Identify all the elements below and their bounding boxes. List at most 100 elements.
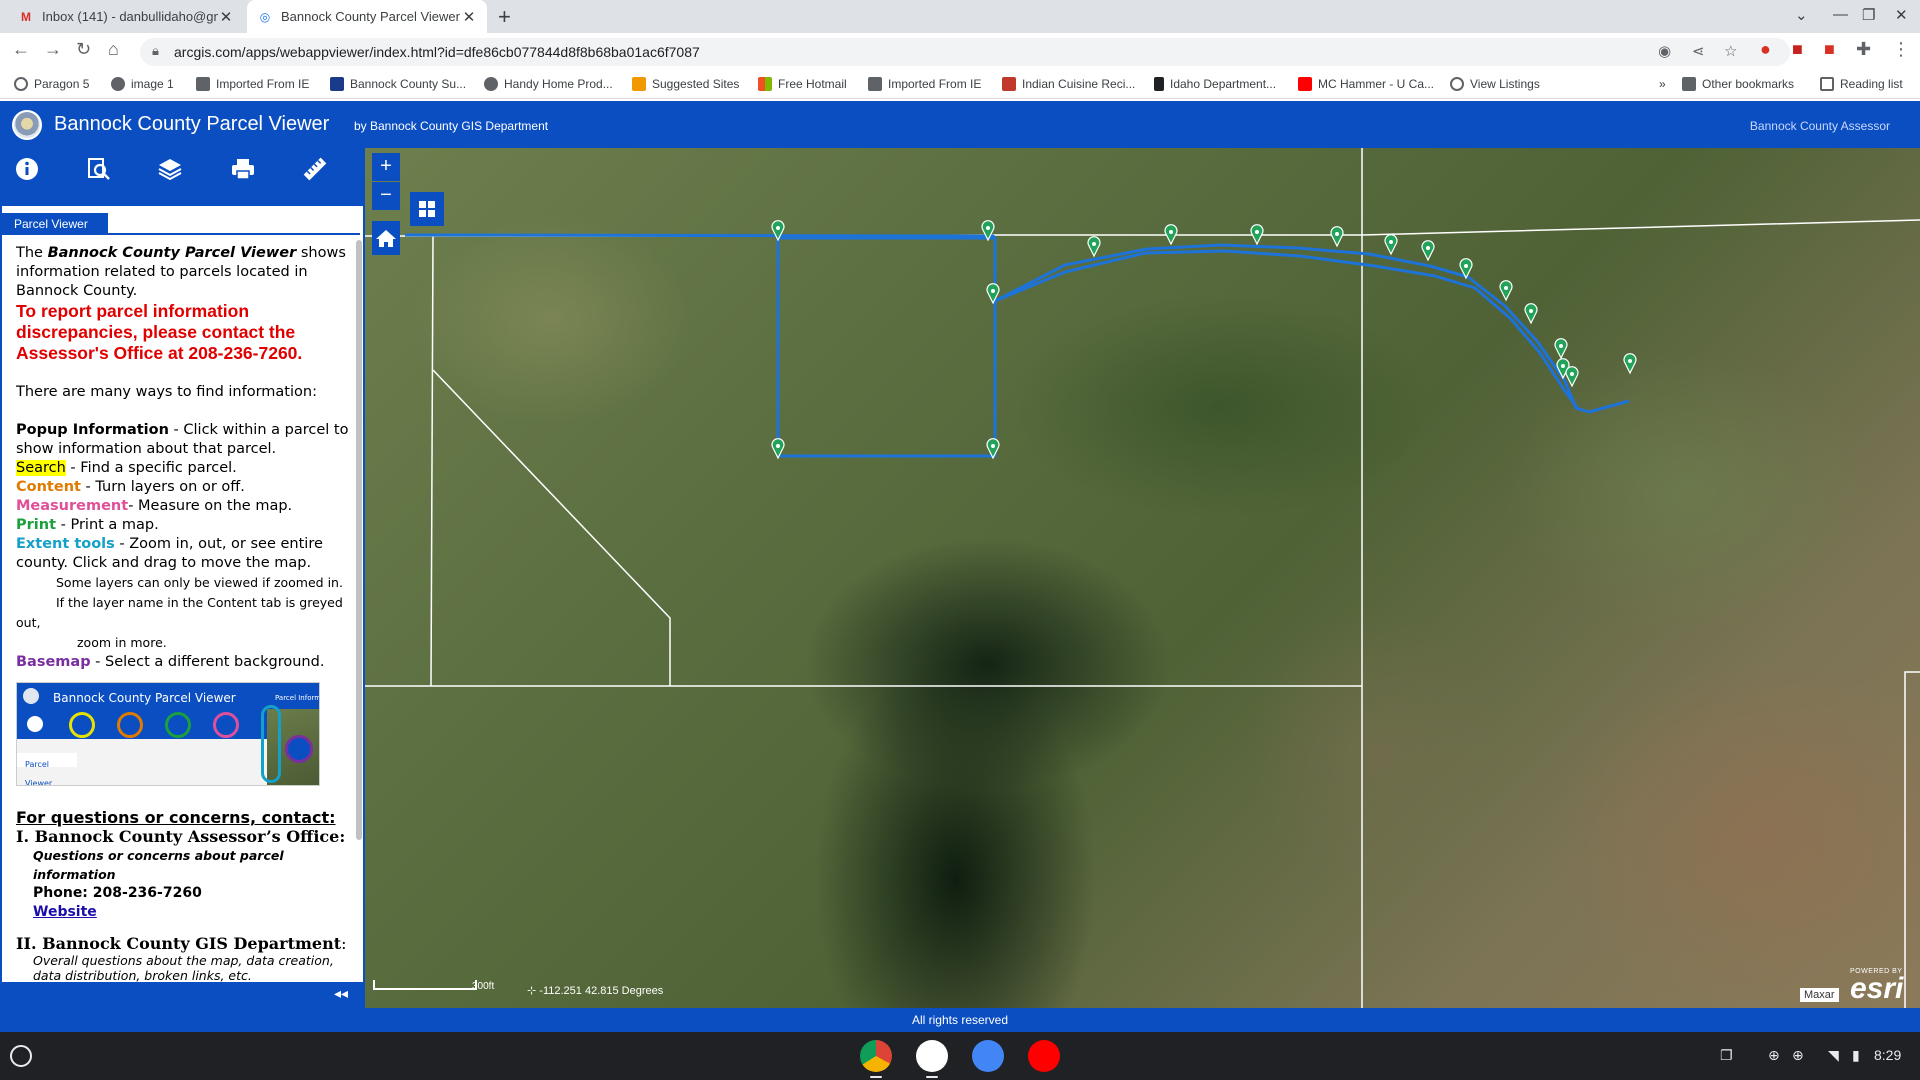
survey-marker[interactable] — [1087, 236, 1101, 258]
website-link[interactable]: Website — [16, 903, 350, 922]
bookmark[interactable]: Handy Home Prod... — [484, 77, 613, 91]
bookmark-label: Suggested Sites — [652, 77, 740, 91]
minimize-button[interactable]: — — [1833, 6, 1848, 23]
bookmark-label: Idaho Department... — [1170, 77, 1277, 91]
star-icon[interactable]: ☆ — [1724, 42, 1737, 60]
bookmark[interactable]: Bannock County Su... — [330, 77, 466, 91]
other-bookmarks[interactable]: Other bookmarks — [1682, 77, 1794, 91]
close-icon[interactable]: ✕ — [218, 8, 234, 26]
help-text: - Find a specific parcel. — [65, 460, 237, 476]
help-label: Print — [16, 517, 57, 533]
url-text: arcgis.com/apps/webappviewer/index.html?… — [174, 44, 700, 60]
survey-marker[interactable] — [1250, 224, 1264, 246]
survey-marker[interactable] — [1623, 353, 1637, 375]
puzzle-icon[interactable]: ✚ — [1856, 39, 1871, 60]
eye-off-icon[interactable]: ◉ — [1658, 42, 1671, 60]
measurement-icon[interactable] — [302, 156, 328, 182]
address-bar[interactable]: 🔒︎ arcgis.com/apps/webappviewer/index.ht… — [140, 38, 1790, 66]
reload-icon[interactable]: ↻ — [76, 39, 91, 60]
print-icon[interactable] — [230, 156, 256, 182]
app-title: Bannock County Parcel Viewer — [54, 113, 330, 135]
tab-parcel-viewer[interactable]: ◎ Bannock County Parcel Viewer ✕ — [247, 0, 487, 33]
mini-content-highlight — [117, 712, 143, 738]
survey-markers — [771, 220, 1637, 460]
lock-icon: 🔒︎ — [152, 43, 159, 58]
survey-marker[interactable] — [1164, 224, 1178, 246]
layers-icon[interactable] — [157, 156, 183, 182]
bookmark[interactable]: View Listings — [1450, 77, 1540, 91]
bookmark[interactable]: Idaho Department... — [1154, 77, 1276, 91]
help-label: Basemap — [16, 654, 91, 670]
survey-marker[interactable] — [1499, 280, 1513, 302]
survey-marker[interactable] — [1565, 366, 1579, 388]
paragon-icon — [14, 77, 28, 91]
gis-heading-text: II. Bannock County GIS Department — [16, 934, 342, 953]
survey-marker[interactable] — [1554, 338, 1568, 360]
bookmark[interactable]: Imported From IE — [196, 77, 309, 91]
bookmarks-overflow-button[interactable]: » — [1659, 77, 1666, 91]
bookmark[interactable]: Imported From IE — [868, 77, 981, 91]
mini-tab: Parcel Viewer — [17, 753, 77, 785]
collapse-panel-icon[interactable]: ◂◂ — [334, 985, 348, 1002]
help-text: - Print a map. — [56, 517, 159, 533]
zoom-in-button[interactable]: + — [372, 153, 400, 181]
gmail-icon[interactable] — [916, 1040, 948, 1072]
reading-list[interactable]: Reading list — [1820, 77, 1903, 91]
extension-icon[interactable]: ■ — [1824, 39, 1835, 60]
about-icon[interactable] — [14, 156, 40, 182]
home-extent-button[interactable] — [372, 221, 400, 255]
panel-content: The Bannock County Parcel Viewer shows i… — [16, 244, 350, 983]
panel-tab[interactable]: Parcel Viewer — [2, 213, 108, 235]
bookmark[interactable]: image 1 — [111, 77, 174, 91]
clock[interactable]: 8:29 — [1874, 1047, 1901, 1063]
survey-marker[interactable] — [1384, 234, 1398, 256]
add-icon[interactable]: ⊕ — [1768, 1047, 1780, 1064]
add-icon[interactable]: ⊕ — [1792, 1047, 1804, 1064]
tab-gmail[interactable]: M Inbox (141) - danbullidaho@gm ✕ — [8, 0, 244, 33]
bookmark-label: Other bookmarks — [1702, 77, 1795, 91]
bookmark[interactable]: Free Hotmail — [758, 77, 847, 91]
help-item-measurement: Measurement- Measure on the map. — [16, 497, 350, 516]
arcgis-icon: ◎ — [259, 9, 271, 24]
menu-icon[interactable]: ⋮ — [1892, 39, 1910, 60]
chrome-icon[interactable] — [860, 1040, 892, 1072]
close-icon[interactable]: ✕ — [461, 8, 477, 26]
new-tab-button[interactable]: + — [498, 4, 511, 30]
map-view[interactable]: + − 300ft ⊹ -112.251 42.815 Degrees Maxa… — [365, 148, 1920, 1008]
battery-icon[interactable]: ▮ — [1852, 1047, 1860, 1064]
help-text: - Measure on the map. — [128, 498, 293, 514]
extension-icon[interactable]: ■ — [1792, 39, 1803, 60]
launcher-icon[interactable] — [10, 1045, 32, 1067]
help-label: Popup Information — [16, 422, 169, 438]
back-icon[interactable]: ← — [12, 39, 30, 60]
help-screenshot: Bannock County Parcel Viewer Parcel Info… — [16, 682, 320, 786]
basemap-gallery-button[interactable] — [410, 192, 444, 226]
bookmark[interactable]: Paragon 5 — [14, 77, 89, 91]
bookmark[interactable]: Indian Cuisine Reci... — [1002, 77, 1135, 91]
survey-marker[interactable] — [1524, 303, 1538, 325]
extension-icon[interactable]: ● — [1760, 39, 1771, 60]
survey-marker[interactable] — [1421, 240, 1435, 262]
tab-search-icon[interactable]: ⌄ — [1795, 6, 1808, 24]
share-icon[interactable]: ⋖ — [1692, 42, 1705, 60]
reading-list-icon — [1820, 77, 1834, 91]
forward-icon[interactable]: → — [44, 39, 62, 60]
wifi-icon[interactable]: ◥ — [1828, 1047, 1839, 1064]
youtube-icon[interactable] — [1028, 1040, 1060, 1072]
panel-scrollbar[interactable] — [356, 240, 362, 840]
bookmark[interactable]: MC Hammer - U Ca... — [1298, 77, 1434, 91]
home-icon[interactable]: ⌂ — [108, 39, 119, 60]
assessor-heading: I. Bannock County Assessor’s Office: — [16, 827, 346, 846]
bookmark[interactable]: Suggested Sites — [632, 77, 739, 91]
survey-marker[interactable] — [1330, 226, 1344, 248]
crosshair-icon[interactable]: ⊹ — [527, 985, 536, 997]
restore-button[interactable]: ❐ — [1862, 6, 1875, 24]
note-zoom-more: zoom in more. — [77, 635, 167, 650]
docs-icon[interactable] — [972, 1040, 1004, 1072]
close-window-button[interactable]: ✕ — [1895, 6, 1908, 24]
zoom-out-button[interactable]: − — [372, 182, 400, 210]
screenshot-icon[interactable]: ❐ — [1720, 1047, 1733, 1064]
intro-pre: The — [16, 245, 48, 261]
assessor-link[interactable]: Bannock County Assessor — [1750, 119, 1890, 133]
search-icon[interactable] — [86, 156, 112, 182]
